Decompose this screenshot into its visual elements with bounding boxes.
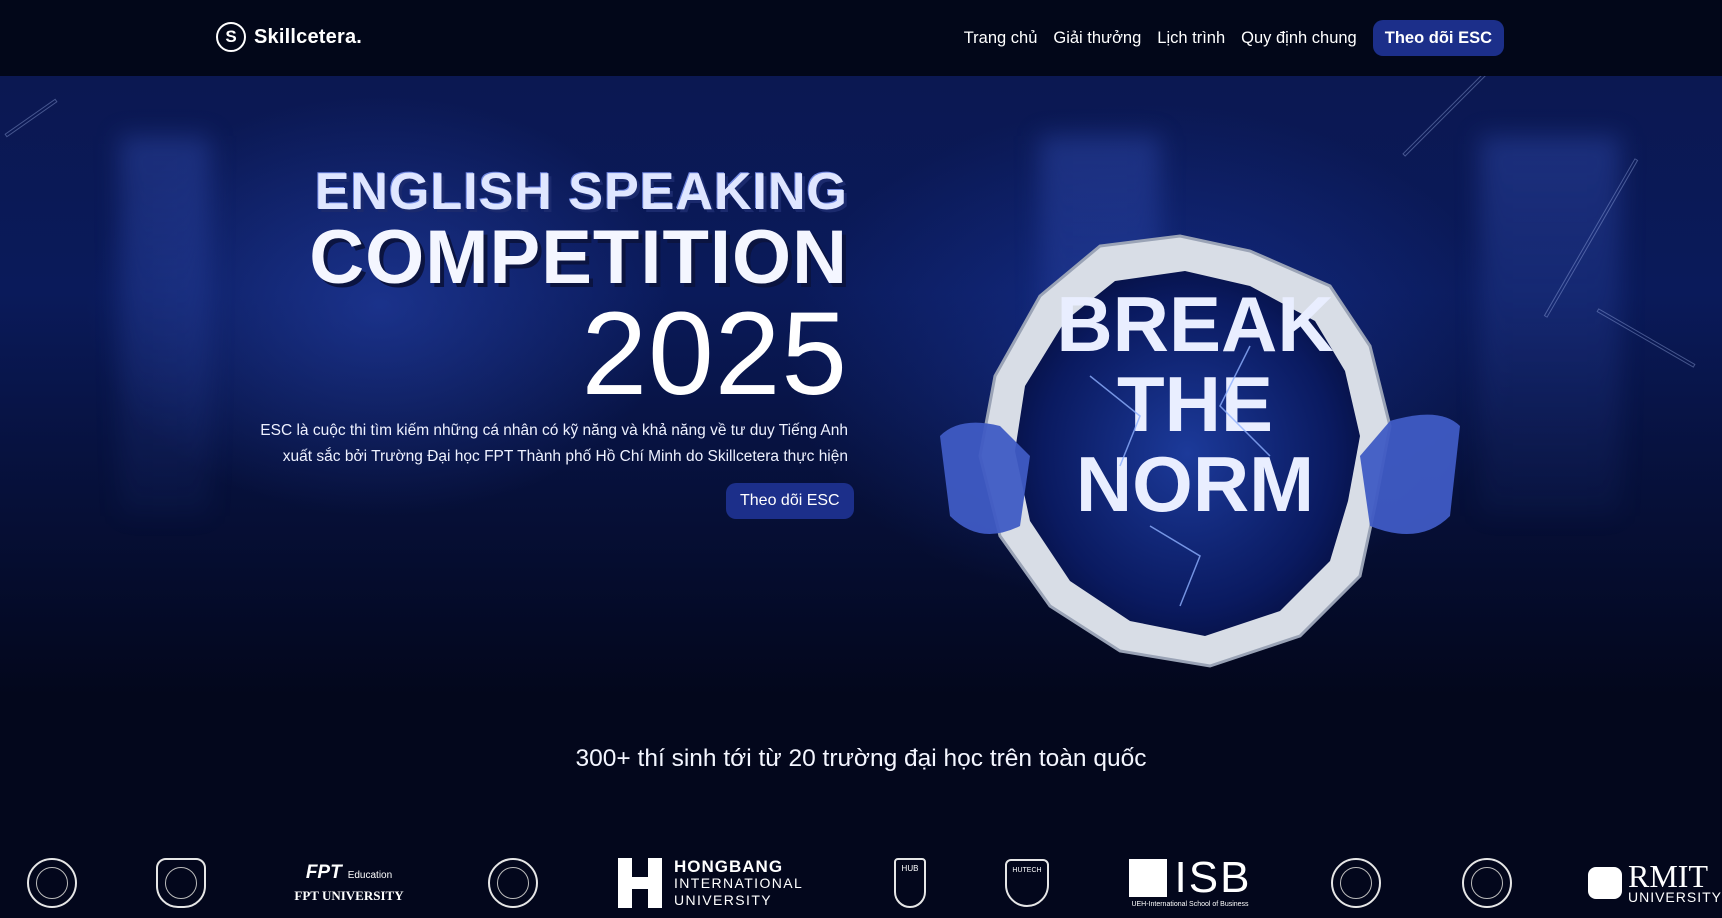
artwork-text-break: BREAK (1056, 280, 1333, 368)
follow-esc-nav-button[interactable]: Theo dõi ESC (1372, 20, 1504, 56)
partner-logo-university-seal (26, 848, 78, 918)
skillcetera-logo-icon: S (216, 22, 246, 52)
partner-logo-hub: HUB (892, 848, 928, 918)
isb-subtitle: UEH-International School of Business (1131, 901, 1249, 908)
break-the-norm-artwork: BREAK THE NORM (940, 234, 1460, 668)
partner-logo-university-crest (156, 848, 206, 918)
university-crest-icon (156, 858, 206, 908)
partner-logo-fpt-university: FPT Education FPT UNIVERSITY (284, 848, 414, 918)
isb-title: ISB (1174, 853, 1252, 902)
hongbang-subtitle-1: INTERNATIONAL (674, 874, 804, 891)
hub-crest-icon: HUB (894, 858, 926, 908)
university-seal-icon-2 (1462, 858, 1512, 908)
partner-logo-international-university (1330, 848, 1382, 918)
hero-title-line1: ENGLISH SPEAKING (314, 163, 848, 221)
hongbang-title: HONGBANG (674, 856, 784, 876)
participants-stat: 300+ thí sinh tới từ 20 trường đại học t… (575, 745, 1147, 772)
background-light-column (1480, 136, 1620, 516)
university-emblem-icon (488, 858, 538, 908)
nav-item-quy-dinh-chung[interactable]: Quy định chung (1241, 20, 1357, 56)
partner-logo-hutech: HUTECH (1004, 848, 1050, 918)
partner-logo-university-seal-2 (1460, 848, 1514, 918)
fpt-education: Education (347, 870, 393, 881)
fpt-university-label: FPT UNIVERSITY (294, 888, 404, 903)
partner-logos-row: FPT Education FPT UNIVERSITY HONGBANG IN… (0, 848, 1722, 918)
hero-title-year: 2025 (581, 288, 848, 420)
nav-item-lich-trinh[interactable]: Lịch trình (1157, 20, 1225, 56)
hutech-label: HUTECH (1012, 867, 1042, 874)
hub-label: HUB (901, 864, 919, 873)
brand-logo[interactable]: S Skillcetera. (216, 22, 362, 52)
main-nav: Trang chủ Giải thưởng Lịch trình Quy địn… (964, 20, 1722, 56)
partner-logo-isb: ISB UEH-International School of Business (1126, 848, 1254, 918)
hero-description-line1: ESC là cuộc thi tìm kiếm những cá nhân c… (260, 422, 848, 439)
hongbang-subtitle-2: UNIVERSITY (674, 891, 773, 908)
background-light-column (120, 136, 210, 516)
fpt-brand: FPT (305, 862, 342, 883)
follow-esc-hero-button[interactable]: Theo dõi ESC (726, 483, 854, 519)
hutech-shield-icon: HUTECH (1005, 859, 1049, 907)
hero-title: ENGLISH SPEAKING COMPETITION 2025 (226, 163, 848, 420)
isb-square-icon (1128, 859, 1167, 897)
brand-name: Skillcetera. (254, 25, 363, 48)
glass-shard-decoration (4, 98, 58, 138)
partner-logo-rmit: RMIT UNIVERSITY (1588, 848, 1722, 918)
rmit-pixel-icon (1588, 867, 1622, 899)
hero-title-line2: COMPETITION (309, 215, 848, 300)
nav-item-giai-thuong[interactable]: Giải thưởng (1053, 20, 1141, 56)
nav-item-trang-chu[interactable]: Trang chủ (964, 20, 1038, 56)
hongbang-h-icon (616, 858, 664, 908)
rmit-subtitle: UNIVERSITY (1627, 889, 1722, 905)
hero-description-line2: xuất sắc bởi Trường Đại học FPT Thành ph… (282, 448, 848, 465)
international-university-seal-icon (1331, 858, 1381, 908)
partner-logo-university-emblem (486, 848, 540, 918)
artwork-text-norm: NORM (1076, 440, 1314, 528)
top-navigation-bar: S Skillcetera. Trang chủ Giải thưởng Lịc… (0, 0, 1722, 76)
partner-logo-hongbang: HONGBANG INTERNATIONAL UNIVERSITY (616, 848, 816, 918)
rmit-title: RMIT (1627, 858, 1708, 894)
hero-description: ESC là cuộc thi tìm kiếm những cá nhân c… (226, 418, 848, 470)
university-seal-icon (27, 858, 77, 908)
